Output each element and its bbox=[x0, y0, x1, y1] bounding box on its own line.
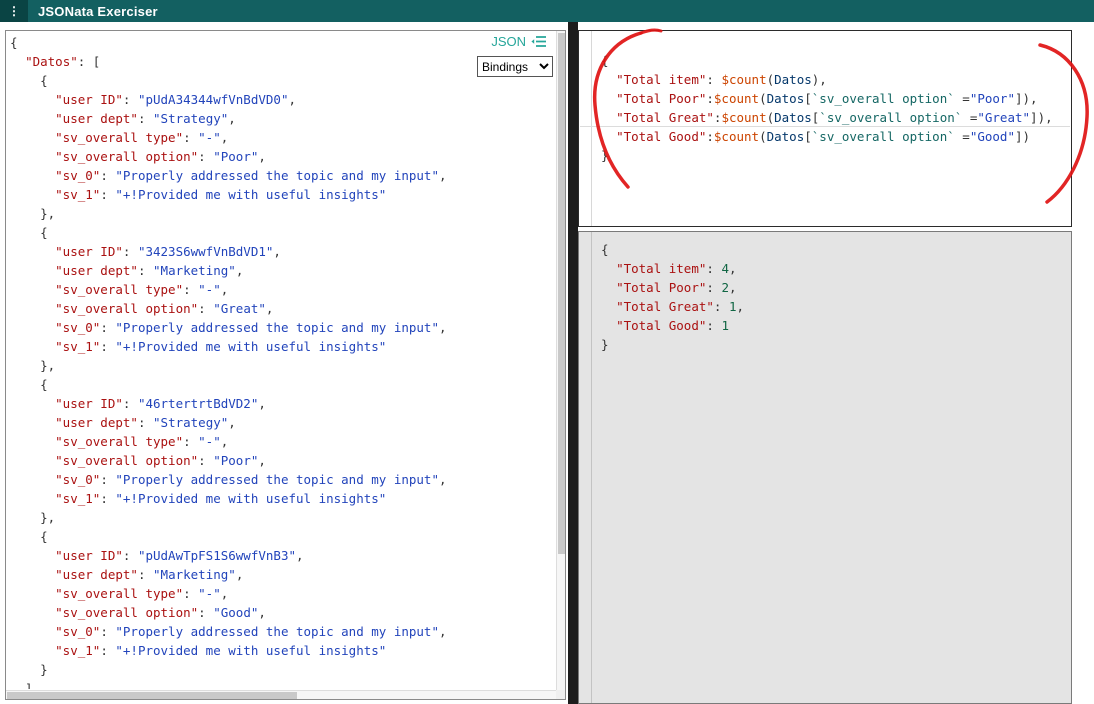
code-line: "Total Good":$count(Datos[`sv_overall op… bbox=[616, 129, 1031, 144]
logo-glyph-icon: ⋮ bbox=[8, 4, 20, 18]
tree-format-icon bbox=[531, 35, 547, 48]
app-title: JSONata Exerciser bbox=[38, 3, 158, 19]
code-line: "Total Great": 1, bbox=[616, 299, 745, 314]
code-line: "Total item": $count(Datos), bbox=[616, 72, 827, 87]
code-line: }, bbox=[10, 206, 56, 221]
code-line: "user ID": "pUdAwTpFS1S6wwfVnB3", bbox=[55, 548, 304, 563]
pane-divider[interactable] bbox=[568, 22, 578, 704]
code-line: }, bbox=[10, 510, 56, 525]
app-logo: ⋮ bbox=[0, 0, 28, 22]
code-line: "sv_1": "+!Provided me with useful insig… bbox=[55, 643, 387, 658]
jsonata-exerciser-app: ⋮ JSONata Exerciser { "Datos": [ { "user… bbox=[0, 0, 1094, 704]
editor-gutter-line bbox=[591, 232, 592, 703]
code-line: "sv_overall option": "Great", bbox=[55, 301, 274, 316]
code-line: } bbox=[10, 662, 48, 677]
code-line: "user dept": "Strategy", bbox=[55, 415, 236, 430]
code-line: "sv_0": "Properly addressed the topic an… bbox=[55, 624, 447, 639]
vertical-scrollbar-thumb[interactable] bbox=[558, 33, 565, 554]
code-line: ] bbox=[10, 681, 33, 689]
code-line: "Total Great":$count(Datos[`sv_overall o… bbox=[616, 110, 1053, 125]
code-line: "Total Poor":$count(Datos[`sv_overall op… bbox=[616, 91, 1038, 106]
code-line: } bbox=[601, 337, 609, 352]
json-input-panel: { "Datos": [ { "user ID": "pUdA34344wfVn… bbox=[5, 30, 566, 700]
code-line: "user dept": "Strategy", bbox=[55, 111, 236, 126]
results-panel: { "Total item": 4, "Total Poor": 2, "Tot… bbox=[578, 231, 1072, 704]
code-line: "sv_0": "Properly addressed the topic an… bbox=[55, 320, 447, 335]
code-line: } bbox=[601, 148, 609, 163]
code-line: "Total item": 4, bbox=[616, 261, 737, 276]
code-line: { bbox=[10, 377, 48, 392]
code-line: "sv_0": "Properly addressed the topic an… bbox=[55, 472, 447, 487]
code-line: "Datos": [ bbox=[25, 54, 101, 69]
code-line: { bbox=[10, 225, 48, 240]
scrollbar-corner bbox=[556, 690, 565, 699]
bindings-dropdown-wrap: Bindings bbox=[477, 56, 553, 77]
code-line: "user dept": "Marketing", bbox=[55, 567, 244, 582]
code-line: { bbox=[601, 53, 609, 68]
code-line: "Total Good": 1 bbox=[616, 318, 729, 333]
code-line: "sv_overall type": "-", bbox=[55, 586, 229, 601]
results-output: { "Total item": 4, "Total Poor": 2, "Tot… bbox=[601, 240, 1067, 701]
header-bar: ⋮ JSONata Exerciser bbox=[0, 0, 1094, 22]
jsonata-expression-panel: { "Total item": $count(Datos), "Total Po… bbox=[578, 30, 1072, 227]
editor-gutter-line bbox=[591, 31, 592, 226]
jsonata-expression-editor[interactable]: { "Total item": $count(Datos), "Total Po… bbox=[601, 51, 1067, 224]
code-line: "user ID": "3423S6wwfVnBdVD1", bbox=[55, 244, 281, 259]
horizontal-scrollbar-thumb[interactable] bbox=[7, 692, 297, 699]
code-line: "Total Poor": 2, bbox=[616, 280, 737, 295]
code-line: { bbox=[10, 529, 48, 544]
code-line: "sv_overall option": "Poor", bbox=[55, 453, 266, 468]
code-line: { bbox=[10, 73, 48, 88]
code-line: "sv_overall type": "-", bbox=[55, 282, 229, 297]
code-line: { bbox=[601, 242, 609, 257]
horizontal-scrollbar[interactable] bbox=[6, 690, 556, 699]
code-line: "sv_0": "Properly addressed the topic an… bbox=[55, 168, 447, 183]
code-line: { bbox=[10, 35, 18, 50]
vertical-scrollbar[interactable] bbox=[556, 31, 565, 690]
code-line: "user dept": "Marketing", bbox=[55, 263, 244, 278]
json-tab-label: JSON bbox=[491, 34, 526, 49]
tab-json[interactable]: JSON bbox=[489, 34, 549, 49]
code-line: "sv_1": "+!Provided me with useful insig… bbox=[55, 491, 387, 506]
code-line: "user ID": "pUdA34344wfVnBdVD0", bbox=[55, 92, 296, 107]
json-input-editor[interactable]: { "Datos": [ { "user ID": "pUdA34344wfVn… bbox=[10, 33, 555, 689]
code-line: "sv_overall option": "Good", bbox=[55, 605, 266, 620]
code-line: "sv_overall type": "-", bbox=[55, 434, 229, 449]
code-line: "user ID": "46rtertrtBdVD2", bbox=[55, 396, 266, 411]
code-line: "sv_1": "+!Provided me with useful insig… bbox=[55, 339, 387, 354]
code-line: "sv_overall option": "Poor", bbox=[55, 149, 266, 164]
bindings-select[interactable]: Bindings bbox=[477, 56, 553, 77]
code-line: "sv_1": "+!Provided me with useful insig… bbox=[55, 187, 387, 202]
code-line: "sv_overall type": "-", bbox=[55, 130, 229, 145]
code-line: }, bbox=[10, 358, 56, 373]
